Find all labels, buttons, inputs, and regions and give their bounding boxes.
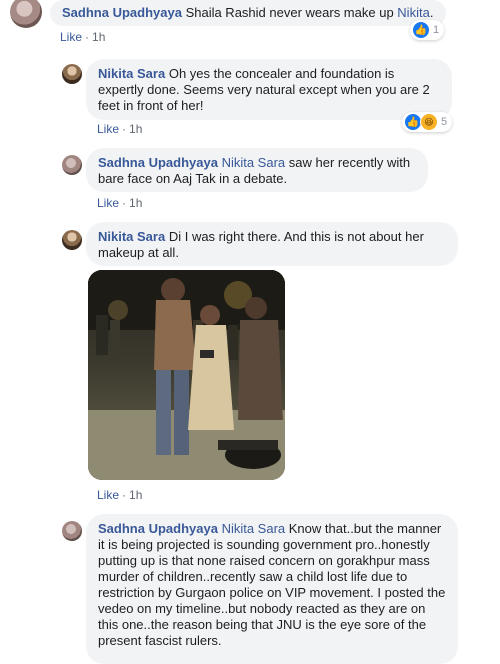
comment-actions: Like · 1h: [97, 122, 142, 136]
comment-time[interactable]: 1h: [129, 488, 142, 502]
comment-bubble: Sadhna Upadhyaya Shaila Rashid never wea…: [50, 0, 446, 26]
avatar[interactable]: [10, 0, 42, 28]
comment-time[interactable]: 1h: [92, 30, 105, 44]
reaction-summary[interactable]: 👍 1: [410, 20, 445, 40]
comment-bubble: Sadhna Upadhyaya Nikita Sara saw her rec…: [86, 148, 428, 192]
reaction-summary[interactable]: 👍 😆 5: [402, 112, 453, 132]
comment-author[interactable]: Sadhna Upadhyaya: [98, 155, 218, 170]
comment-bubble: Sadhna Upadhyaya Nikita Sara Know that..…: [86, 514, 458, 664]
mention-link[interactable]: Nikita Sara: [222, 521, 286, 536]
comment-author[interactable]: Nikita Sara: [98, 229, 165, 244]
comment-time[interactable]: 1h: [129, 196, 142, 210]
comment-suffix: .: [429, 5, 434, 20]
comment-author[interactable]: Nikita Sara: [98, 66, 165, 81]
like-button[interactable]: Like: [97, 122, 119, 136]
avatar[interactable]: [62, 155, 82, 175]
avatar[interactable]: [62, 64, 82, 84]
laughing-face-icon: 😆: [420, 113, 438, 131]
separator: ·: [122, 488, 127, 502]
separator: ·: [122, 122, 127, 136]
comment-author[interactable]: Sadhna Upadhyaya: [62, 5, 182, 20]
comment-actions: Like · 1h: [97, 196, 142, 210]
avatar[interactable]: [62, 230, 82, 250]
comment-actions: Like · 1h: [97, 488, 142, 502]
photo-image: [88, 270, 285, 480]
like-button[interactable]: Like: [60, 30, 82, 44]
mention-link[interactable]: Nikita: [397, 5, 430, 20]
like-button[interactable]: Like: [97, 196, 119, 210]
comment-text: Know that..but the manner it is being pr…: [98, 521, 446, 648]
thumbs-up-icon: 👍: [412, 21, 430, 39]
comment-author[interactable]: Sadhna Upadhyaya: [98, 521, 218, 536]
comment-photo[interactable]: [88, 270, 285, 480]
separator: ·: [85, 30, 90, 44]
comment-time[interactable]: 1h: [129, 122, 142, 136]
comment-bubble: Nikita Sara Oh yes the concealer and fou…: [86, 59, 452, 120]
reaction-count: 1: [433, 24, 440, 36]
comment-actions: Like · 1h: [60, 30, 105, 44]
reaction-count: 5: [441, 116, 448, 128]
comment-text: Shaila Rashid never wears make up: [185, 5, 394, 20]
comment-bubble: Nikita Sara Di I was right there. And th…: [86, 222, 458, 266]
avatar[interactable]: [62, 521, 82, 541]
separator: ·: [122, 196, 127, 210]
mention-link[interactable]: Nikita Sara: [222, 155, 286, 170]
like-button[interactable]: Like: [97, 488, 119, 502]
